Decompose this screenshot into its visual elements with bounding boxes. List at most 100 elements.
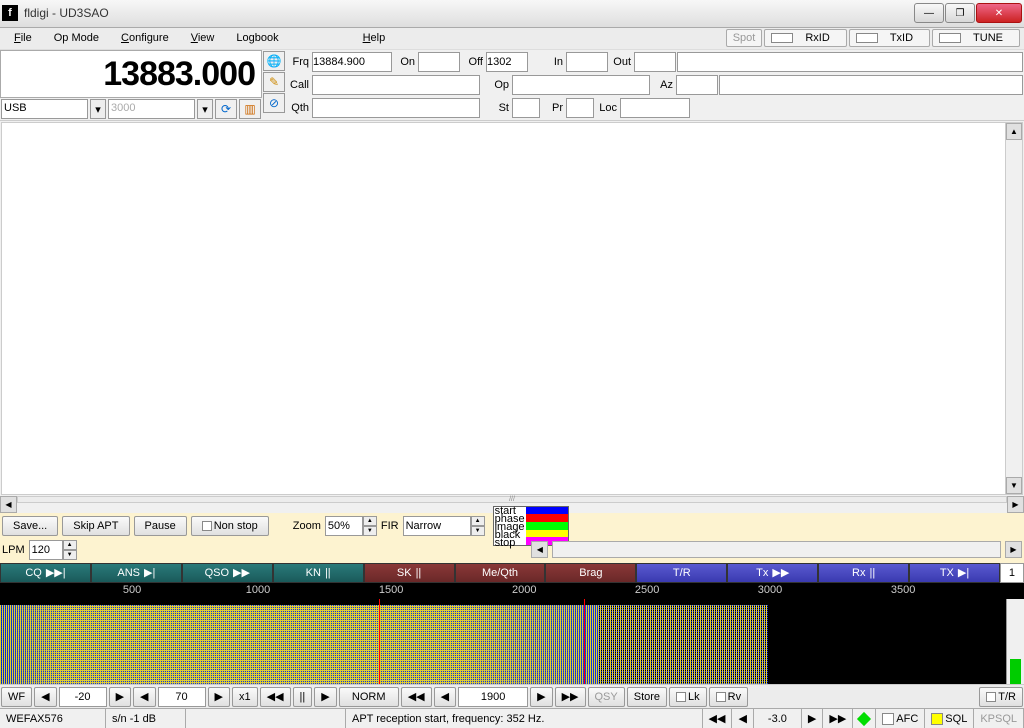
globe-icon[interactable]: 🌐 — [263, 51, 285, 71]
rxid-button[interactable]: RxID — [764, 29, 846, 47]
receive-text-pane[interactable]: ▲ ▼ — [1, 122, 1023, 494]
wf-button[interactable]: WF — [1, 687, 32, 707]
wf-ll-icon[interactable]: ◀◀ — [260, 687, 291, 707]
scrollbar-v[interactable]: ▲ ▼ — [1005, 123, 1022, 493]
fwd-icon[interactable]: ▶ — [530, 687, 552, 707]
norm-button[interactable]: NORM — [339, 687, 399, 707]
skip-apt-button[interactable]: Skip APT — [62, 516, 129, 536]
bandwidth-select[interactable]: 3000 — [108, 99, 195, 119]
macro-rx[interactable]: Rx|| — [818, 563, 909, 583]
macro-sk[interactable]: SK|| — [364, 563, 455, 583]
mode-dropdown-icon[interactable]: ▾ — [90, 99, 106, 119]
hscroll-right-icon[interactable]: ▶ — [1005, 541, 1022, 558]
scroll-down-icon[interactable]: ▼ — [1006, 477, 1022, 494]
rew-icon[interactable]: ◀◀ — [401, 687, 432, 707]
frq-input[interactable] — [312, 52, 392, 72]
spot-button[interactable]: Spot — [726, 29, 763, 47]
wf-right2-icon[interactable]: ▶ — [208, 687, 230, 707]
wf-left-icon[interactable]: ◀ — [34, 687, 56, 707]
clear-icon[interactable]: ⊘ — [263, 93, 285, 113]
bw-dropdown-icon[interactable]: ▾ — [197, 99, 213, 119]
fir-input[interactable] — [403, 516, 471, 536]
call-input[interactable] — [312, 75, 480, 95]
menu-file[interactable]: File — [4, 30, 42, 46]
brush-icon[interactable]: ✎ — [263, 72, 285, 92]
qsy-button[interactable]: QSY — [588, 687, 625, 707]
lpm-spinner[interactable]: ▲▼ — [63, 540, 77, 560]
macro-set-number[interactable]: 1 — [1000, 563, 1024, 583]
wf-play-icon[interactable]: ▶ — [314, 687, 336, 707]
loc-input[interactable] — [620, 98, 690, 118]
macro-tr[interactable]: T/R — [636, 563, 727, 583]
back-icon[interactable]: ◀ — [434, 687, 456, 707]
off-input[interactable] — [486, 52, 528, 72]
sq-right-icon[interactable]: ▶▶ — [823, 709, 853, 728]
menu-opmode[interactable]: Op Mode — [44, 30, 109, 46]
txid-button[interactable]: TxID — [849, 29, 930, 47]
scroll-up-icon[interactable]: ▲ — [1006, 123, 1022, 140]
wf-left2-icon[interactable]: ◀ — [133, 687, 155, 707]
tune-button[interactable]: TUNE — [932, 29, 1020, 47]
mode-select[interactable]: USB — [1, 99, 88, 119]
out-input[interactable] — [634, 52, 676, 72]
wf-right1-icon[interactable]: ▶ — [109, 687, 131, 707]
waterfall-display[interactable] — [0, 599, 1024, 685]
fir-spinner[interactable]: ▲▼ — [471, 516, 485, 536]
hscroll-left-icon[interactable]: ◀ — [531, 541, 548, 558]
wf-level1-input[interactable] — [59, 687, 107, 707]
qth-input[interactable] — [312, 98, 480, 118]
afc-button[interactable]: AFC — [876, 709, 925, 728]
macro-kn[interactable]: KN|| — [273, 563, 364, 583]
macro-cq[interactable]: CQ▶▶| — [0, 563, 91, 583]
az-input[interactable] — [676, 75, 718, 95]
op-input[interactable] — [512, 75, 650, 95]
macro-brag[interactable]: Brag — [545, 563, 636, 583]
in-input[interactable] — [566, 52, 608, 72]
minimize-button[interactable]: — — [914, 3, 944, 23]
macro-ans[interactable]: ANS▶| — [91, 563, 182, 583]
scroll-left-icon[interactable]: ◀ — [0, 496, 17, 513]
wf-pause-icon[interactable]: || — [293, 687, 313, 707]
menu-help[interactable]: Help — [353, 30, 396, 46]
sq-left-icon[interactable]: ◀◀ — [703, 709, 733, 728]
kpsql-button[interactable]: KPSQL — [974, 709, 1024, 728]
lk-button[interactable]: Lk — [669, 687, 707, 707]
sq-right1-icon[interactable]: ▶ — [802, 709, 823, 728]
store-button[interactable]: Store — [627, 687, 667, 707]
maximize-button[interactable]: ❐ — [945, 3, 975, 23]
zoom-input[interactable] — [325, 516, 363, 536]
frequency-display[interactable]: 13883.000 — [0, 50, 262, 99]
sq-left1-icon[interactable]: ◀ — [732, 709, 753, 728]
center-freq-input[interactable] — [458, 687, 528, 707]
hscroll-track[interactable] — [552, 541, 1001, 558]
refresh-icon[interactable]: ⟳ — [215, 99, 237, 119]
notes2-input[interactable] — [719, 75, 1023, 95]
on-input[interactable] — [418, 52, 460, 72]
menu-logbook[interactable]: Logbook — [226, 30, 288, 46]
close-button[interactable]: ✕ — [976, 3, 1022, 23]
macro-qso[interactable]: QSO▶▶ — [182, 563, 273, 583]
pause-button[interactable]: Pause — [134, 516, 187, 536]
tr-button[interactable]: T/R — [979, 687, 1023, 707]
lpm-input[interactable] — [29, 540, 63, 560]
book-icon[interactable]: ▥ — [239, 99, 261, 119]
ffwd-icon[interactable]: ▶▶ — [555, 687, 586, 707]
macro-meqth[interactable]: Me/Qth — [455, 563, 546, 583]
sql-button[interactable]: SQL — [925, 709, 974, 728]
scroll-right-icon[interactable]: ▶ — [1007, 496, 1024, 513]
st-input[interactable] — [512, 98, 540, 118]
splitter[interactable]: /// — [17, 496, 1007, 503]
menu-view[interactable]: View — [181, 30, 225, 46]
pr-input[interactable] — [566, 98, 594, 118]
macro-tx2[interactable]: TX▶| — [909, 563, 1000, 583]
sq-value[interactable]: -3.0 — [754, 709, 802, 728]
macro-tx[interactable]: Tx▶▶ — [727, 563, 818, 583]
save-button[interactable]: Save... — [2, 516, 58, 536]
wf-level2-input[interactable] — [158, 687, 206, 707]
zoom-spinner[interactable]: ▲▼ — [363, 516, 377, 536]
status-mode[interactable]: WEFAX576 — [0, 709, 106, 728]
menu-configure[interactable]: Configure — [111, 30, 179, 46]
nonstop-button[interactable]: Non stop — [191, 516, 269, 536]
notes-input[interactable] — [677, 52, 1023, 72]
x1-button[interactable]: x1 — [232, 687, 258, 707]
